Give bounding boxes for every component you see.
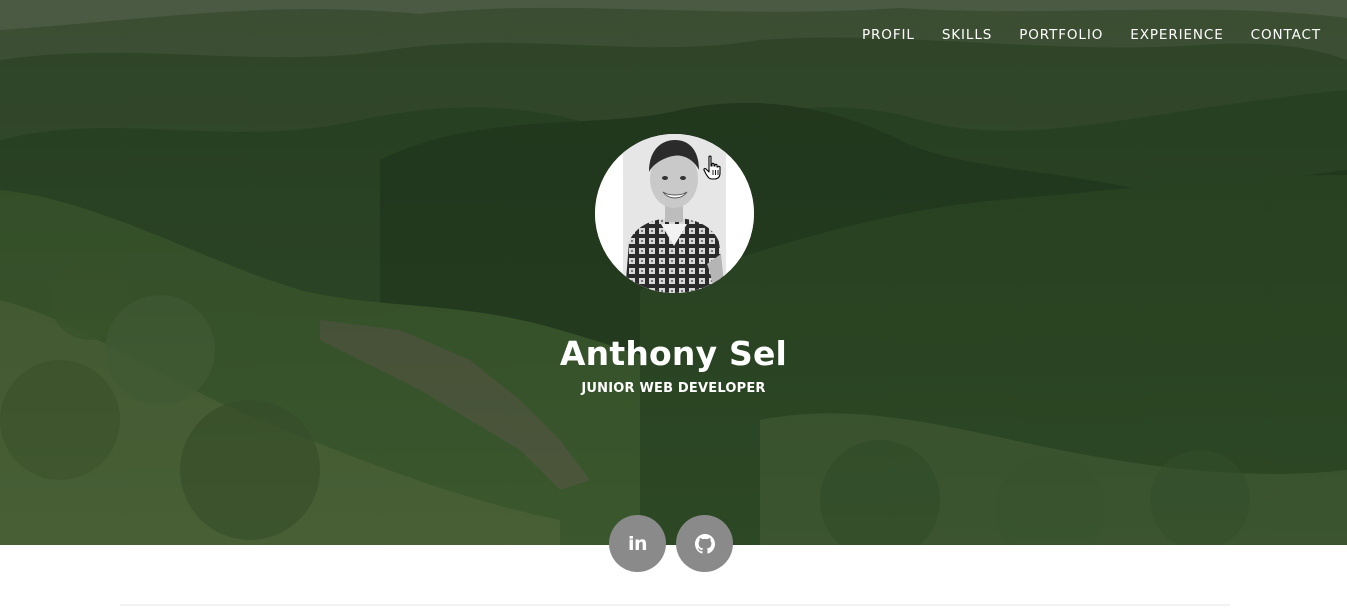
profile-name: Anthony Sel	[559, 334, 788, 373]
social-links: in	[609, 515, 733, 572]
nav-item-skills[interactable]: SKILLS	[942, 26, 992, 44]
linkedin-icon: in	[627, 532, 648, 555]
hero-section: PROFIL SKILLS PORTFOLIO EXPERIENCE CONTA…	[0, 0, 1347, 545]
github-button[interactable]	[676, 515, 733, 572]
github-icon	[694, 533, 715, 554]
hand-cursor-icon	[703, 155, 721, 180]
nav-item-portfolio[interactable]: PORTFOLIO	[1019, 26, 1103, 44]
avatar	[595, 134, 754, 293]
nav-item-profil[interactable]: PROFIL	[862, 26, 915, 44]
profile-photo	[595, 134, 754, 293]
profile-role: JUNIOR WEB DEVELOPER	[581, 381, 766, 396]
main-nav: PROFIL SKILLS PORTFOLIO EXPERIENCE CONTA…	[862, 26, 1321, 44]
nav-item-experience[interactable]: EXPERIENCE	[1130, 26, 1223, 44]
linkedin-button[interactable]: in	[609, 515, 666, 572]
section-divider	[120, 604, 1230, 606]
nav-item-contact[interactable]: CONTACT	[1251, 26, 1321, 44]
